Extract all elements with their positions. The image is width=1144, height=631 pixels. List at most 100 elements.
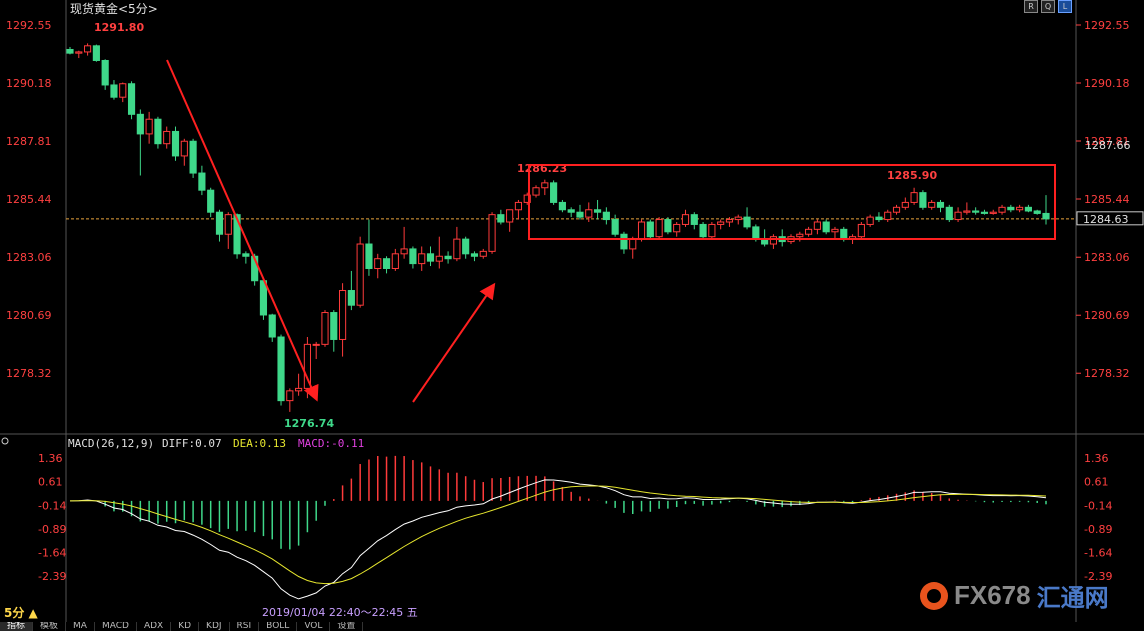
candle [690, 212, 698, 230]
candle [268, 313, 276, 342]
candle [479, 248, 487, 259]
chart-canvas: 1292.55 1292.55 1290.18 1290.18 1287.81 1287.… [0, 0, 1144, 622]
current-price-label: 1284.63 [1083, 213, 1129, 226]
candle [497, 209, 505, 225]
candle [215, 209, 224, 242]
dea-line [69, 485, 1047, 585]
candle [92, 44, 100, 62]
macd-tick-left: -1.64 [38, 547, 66, 560]
candle [532, 185, 540, 198]
tab-indicator[interactable]: 指标 [0, 622, 34, 631]
tab-boll[interactable]: BOLL [259, 622, 298, 631]
candle [901, 197, 909, 210]
uptrend-arrow [412, 282, 496, 403]
macd-tick-right: -0.14 [1084, 499, 1112, 512]
candle [620, 231, 628, 254]
candle [928, 199, 936, 210]
candle [567, 207, 575, 218]
macd-tick-right: -0.89 [1084, 523, 1112, 536]
candle [936, 199, 945, 213]
price-tick-right: 1280.69 [1084, 309, 1130, 322]
tab-macd[interactable]: MACD [95, 622, 137, 631]
candle [154, 116, 162, 149]
candle [110, 80, 118, 100]
candle [602, 207, 610, 225]
candle [875, 212, 883, 222]
tab-kd[interactable]: KD [171, 622, 200, 631]
candle [462, 236, 470, 259]
candle [470, 251, 479, 262]
panel-icon[interactable] [1, 437, 9, 445]
candle [224, 212, 232, 249]
price-tick-left: 1278.32 [6, 367, 52, 380]
candle [761, 229, 769, 247]
low-label: 1276.74 [284, 417, 334, 430]
tab-kdj[interactable]: KDJ [199, 622, 230, 631]
candle [673, 222, 681, 237]
candle [998, 204, 1006, 215]
candle [136, 109, 144, 176]
candlestick-series [66, 43, 1050, 412]
indicator-tabs: 指标 模板 MA MACD ADX KD KDJ RSI BOLL VOL 设置 [0, 622, 1144, 631]
candle [699, 222, 707, 240]
candle [892, 204, 901, 215]
candle [1042, 195, 1050, 225]
candle [769, 234, 778, 249]
candle [1016, 204, 1024, 213]
candle [453, 226, 461, 262]
candle [127, 81, 136, 120]
candle [919, 190, 927, 210]
tab-template[interactable]: 模板 [33, 622, 67, 631]
candle [813, 219, 821, 235]
candle [910, 187, 918, 205]
price-tick-left: 1283.06 [6, 251, 52, 264]
candle [681, 209, 690, 227]
candle [866, 214, 874, 227]
candle [972, 207, 980, 215]
price-tick-right: 1290.18 [1084, 77, 1130, 90]
watermark-cn: 汇通网 [1036, 584, 1109, 612]
price-tick-right: 1285.44 [1084, 193, 1130, 206]
candle [242, 251, 250, 264]
chart-title: 现货黄金<5分> [70, 2, 158, 16]
candle [664, 217, 672, 235]
high-label-1: 1291.80 [94, 21, 144, 34]
period-selector[interactable]: 5分 ▲ [4, 604, 38, 621]
candle [514, 199, 523, 220]
macd-tick-right: -1.64 [1084, 547, 1112, 560]
candle [286, 388, 294, 412]
quote-button[interactable]: Q [1041, 0, 1055, 13]
window-buttons: R Q L [1024, 0, 1072, 13]
macd-tick-right: 1.36 [1084, 452, 1109, 465]
candle [945, 204, 953, 222]
tab-adx[interactable]: ADX [137, 622, 172, 631]
tab-rsi[interactable]: RSI [230, 622, 260, 631]
consolidation-box [528, 164, 1056, 240]
candle [277, 334, 285, 406]
price-tick-right: 1292.55 [1084, 19, 1130, 32]
candle [295, 373, 303, 396]
macd-name: MACD(26,12,9) [68, 437, 154, 450]
candle [145, 111, 153, 144]
candle [646, 219, 654, 240]
price-tick-left: 1290.18 [6, 77, 52, 90]
diff-line [69, 479, 1047, 600]
restore-button[interactable]: R [1024, 0, 1038, 13]
tab-ma[interactable]: MA [66, 622, 95, 631]
candle [506, 209, 514, 232]
candle [101, 59, 109, 90]
tab-vol[interactable]: VOL [297, 622, 331, 631]
candle [593, 199, 602, 220]
tab-settings[interactable]: 设置 [330, 622, 364, 631]
list-button[interactable]: L [1058, 0, 1072, 13]
macd-histogram [78, 455, 1047, 550]
right-extra-tick: 1287.66 [1085, 139, 1131, 152]
candle [391, 248, 399, 271]
candle [435, 236, 443, 269]
candle [426, 246, 435, 267]
candle [963, 202, 971, 215]
candle [778, 229, 786, 247]
macd-tick-left: -2.39 [38, 570, 66, 583]
macd-value-label: MACD:-0.11 [298, 437, 364, 450]
candle [338, 283, 347, 357]
